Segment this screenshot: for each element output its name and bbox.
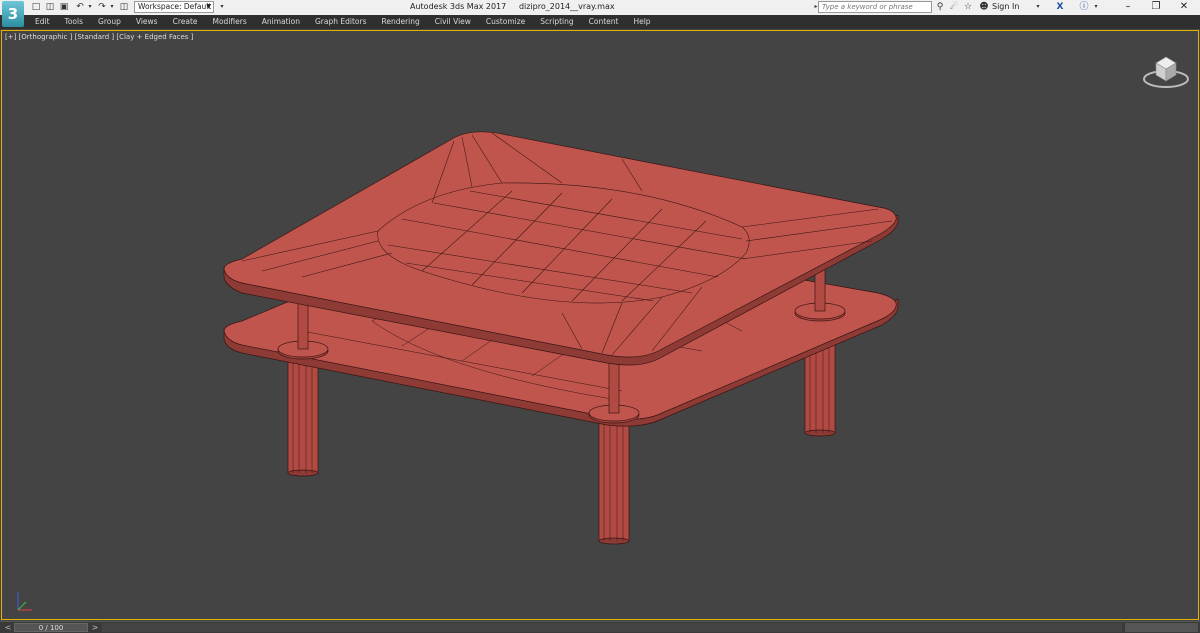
favorites-icon[interactable]: ☆ xyxy=(962,1,974,13)
close-button[interactable]: ✕ xyxy=(1170,0,1198,14)
restore-button[interactable]: ❐ xyxy=(1142,0,1170,14)
previous-frame-button[interactable]: < xyxy=(2,622,14,633)
viewport-label[interactable]: [+] [Orthographic ] [Standard ] [Clay + … xyxy=(5,33,193,41)
menu-help[interactable]: Help xyxy=(633,15,650,29)
time-slider-bar: < 0 / 100 > xyxy=(0,621,1200,633)
menu-create[interactable]: Create xyxy=(173,15,198,29)
table-leg-left xyxy=(287,348,319,474)
sign-in-link[interactable]: Sign In xyxy=(992,2,1019,11)
menu-modifiers[interactable]: Modifiers xyxy=(213,15,247,29)
app-logo-icon[interactable]: 3 xyxy=(2,1,24,27)
menu-bar: Edit Tools Group Views Create Modifiers … xyxy=(0,15,1200,29)
menu-rendering[interactable]: Rendering xyxy=(381,15,419,29)
table-leg-front xyxy=(598,420,630,542)
table-mesh xyxy=(223,131,899,545)
menu-views[interactable]: Views xyxy=(136,15,158,29)
help-icon[interactable]: ⓘ xyxy=(1078,1,1090,13)
customize-toolbar-icon[interactable]: ▾ xyxy=(216,1,228,13)
search-input[interactable]: Type a keyword or phrase xyxy=(818,1,932,13)
minimize-button[interactable]: – xyxy=(1114,0,1142,14)
window-title: Autodesk 3ds Max 2017 dizipro_2014__vray… xyxy=(410,2,615,11)
next-frame-button[interactable]: > xyxy=(89,622,101,633)
menu-animation[interactable]: Animation xyxy=(262,15,300,29)
redo-dropdown-icon[interactable]: ▾ xyxy=(106,1,118,13)
chevron-down-icon: ▼ xyxy=(206,3,211,10)
project-folder-icon[interactable]: ◫ xyxy=(118,1,130,13)
subscription-icon[interactable]: ☄ xyxy=(948,1,960,13)
menu-edit[interactable]: Edit xyxy=(35,15,50,29)
timeline-right-panel xyxy=(1125,623,1198,632)
viewcube-icon[interactable] xyxy=(1142,51,1190,91)
axis-tripod-icon xyxy=(17,592,32,611)
menu-graph-editors[interactable]: Graph Editors xyxy=(315,15,367,29)
menu-tools[interactable]: Tools xyxy=(65,15,83,29)
new-file-icon[interactable]: □ xyxy=(30,1,42,13)
time-slider[interactable]: 0 / 100 xyxy=(14,623,88,632)
save-icon[interactable]: ▣ xyxy=(58,1,70,13)
workspace-dropdown[interactable]: Workspace: Default ▼ xyxy=(134,1,214,13)
exchange-apps-icon[interactable]: X xyxy=(1054,1,1066,13)
user-icon[interactable]: ☻ xyxy=(978,1,990,13)
sign-in-dropdown-icon[interactable]: ▾ xyxy=(1032,1,1044,13)
title-bar: 3 □ ◫ ▣ ↶ ▾ ↷ ▾ ◫ Workspace: Default ▼ ▾… xyxy=(0,0,1200,27)
menu-civil-view[interactable]: Civil View xyxy=(435,15,471,29)
menu-scripting[interactable]: Scripting xyxy=(540,15,573,29)
timeline-track[interactable] xyxy=(102,623,1122,632)
menu-group[interactable]: Group xyxy=(98,15,121,29)
workspace-label: Workspace: Default xyxy=(138,2,212,11)
table-model-render[interactable] xyxy=(2,31,1200,621)
undo-dropdown-icon[interactable]: ▾ xyxy=(84,1,96,13)
menu-content[interactable]: Content xyxy=(589,15,619,29)
open-folder-icon[interactable]: ◫ xyxy=(44,1,56,13)
menu-customize[interactable]: Customize xyxy=(486,15,525,29)
search-icon[interactable]: ⚲ xyxy=(934,1,946,13)
perspective-viewport[interactable]: [+] [Orthographic ] [Standard ] [Clay + … xyxy=(1,30,1199,620)
help-dropdown-icon[interactable]: ▾ xyxy=(1090,1,1102,13)
